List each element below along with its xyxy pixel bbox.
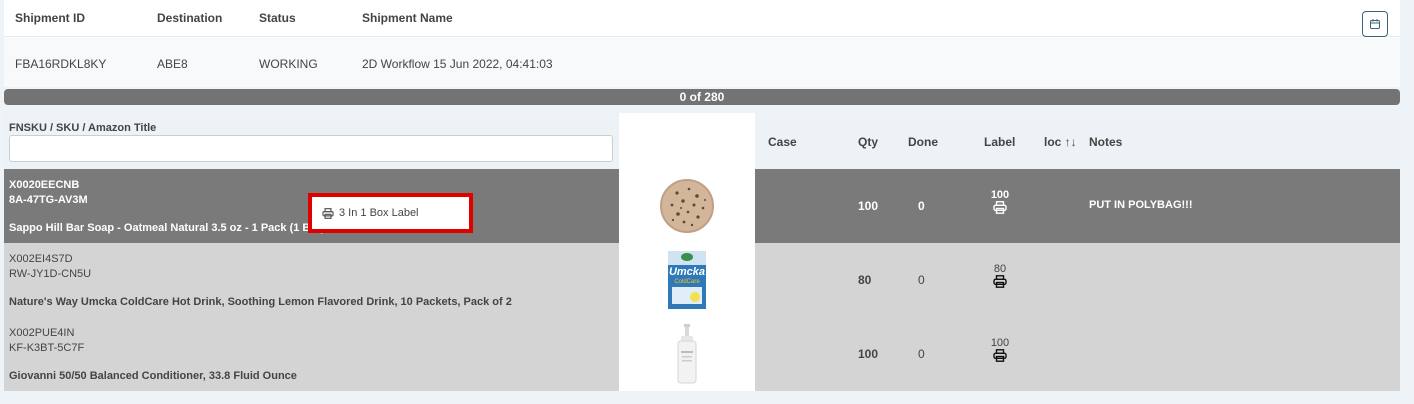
printer-icon[interactable]: [993, 275, 1007, 288]
item-label-cell[interactable]: 80: [990, 263, 1010, 291]
label-header[interactable]: Label: [984, 135, 1015, 149]
shipment-header-row: Shipment ID Destination Status Shipment …: [4, 0, 1400, 37]
item-sku: 8A-47TG-AV3M: [9, 194, 88, 206]
item-label-count: 100: [990, 337, 1010, 349]
printer-icon[interactable]: [993, 201, 1007, 214]
item-title: Giovanni 50/50 Balanced Conditioner, 33.…: [9, 370, 297, 382]
item-notes: PUT IN POLYBAG!!!: [1089, 199, 1193, 211]
item-title: Nature's Way Umcka ColdCare Hot Drink, S…: [9, 296, 512, 308]
case-header[interactable]: Case: [768, 135, 797, 149]
item-done: 0: [918, 199, 925, 213]
shipment-status: WORKING: [259, 57, 318, 71]
shipment-row[interactable]: FBA16RDKL8KY ABE8 WORKING 2D Workflow 15…: [4, 38, 1400, 87]
box-label-tooltip-text: 3 In 1 Box Label: [339, 207, 419, 219]
progress-bar: 0 of 280: [4, 89, 1400, 105]
item-label-cell[interactable]: 100: [990, 189, 1010, 217]
item-image-cell: [619, 169, 755, 243]
umcka-box-subtext: ColdCare: [674, 279, 700, 285]
image-column-header: [619, 113, 755, 169]
loc-sort-header[interactable]: loc ↑↓: [1044, 135, 1077, 149]
shipment-id-header: Shipment ID: [15, 11, 86, 25]
item-ids: X0020EECNB 8A-47TG-AV3M: [9, 178, 88, 208]
item-ids: X002PUE4IN KF-K3BT-5C7F: [9, 326, 84, 356]
qty-header[interactable]: Qty: [858, 135, 878, 149]
soap-bar-image: [660, 179, 714, 233]
filter-input[interactable]: [9, 135, 613, 162]
item-ids: X002EI4S7D RW-JY1D-CN5U: [9, 252, 91, 282]
progress-text: 0 of 280: [679, 90, 725, 104]
item-fnsku: X002PUE4IN: [9, 327, 75, 339]
item-done: 0: [918, 347, 925, 361]
shipment-name-header: Shipment Name: [362, 11, 453, 25]
items-header: FNSKU / SKU / Amazon Title Case Qty Done…: [4, 113, 1400, 169]
calendar-button[interactable]: [1362, 11, 1388, 37]
item-label-cell[interactable]: 100: [990, 337, 1010, 365]
item-done: 0: [918, 273, 925, 287]
pump-bottle-image: [677, 324, 697, 384]
item-sku: RW-JY1D-CN5U: [9, 268, 92, 280]
item-image-cell: [619, 317, 755, 391]
item-qty: 80: [858, 273, 872, 287]
item-row[interactable]: X0020EECNB 8A-47TG-AV3M Sappo Hill Bar S…: [4, 169, 1400, 243]
item-qty: 100: [858, 199, 879, 213]
items-table: FNSKU / SKU / Amazon Title Case Qty Done…: [4, 113, 1400, 391]
shipment-id: FBA16RDKL8KY: [15, 57, 107, 71]
status-header: Status: [259, 11, 296, 25]
filter-label: FNSKU / SKU / Amazon Title: [9, 122, 157, 134]
shipment-table: Shipment ID Destination Status Shipment …: [4, 0, 1400, 87]
notes-header[interactable]: Notes: [1089, 135, 1122, 149]
destination-header: Destination: [157, 11, 223, 25]
item-fnsku: X0020EECNB: [9, 179, 80, 191]
item-row[interactable]: X002PUE4IN KF-K3BT-5C7F Giovanni 50/50 B…: [4, 317, 1400, 391]
shipment-destination: ABE8: [157, 57, 188, 71]
shipment-name: 2D Workflow 15 Jun 2022, 04:41:03: [362, 57, 553, 71]
item-label-count: 80: [993, 263, 1007, 275]
item-row[interactable]: X002EI4S7D RW-JY1D-CN5U Nature's Way Umc…: [4, 243, 1400, 317]
item-sku: KF-K3BT-5C7F: [9, 342, 85, 354]
item-image-cell: Umcka ColdCare: [619, 243, 755, 317]
item-fnsku: X002EI4S7D: [9, 253, 73, 265]
printer-icon: [322, 207, 334, 219]
printer-icon[interactable]: [993, 349, 1007, 362]
item-title: Sappo Hill Bar Soap - Oatmeal Natural 3.…: [9, 222, 325, 234]
item-label-count: 100: [990, 189, 1010, 201]
done-header[interactable]: Done: [908, 135, 938, 149]
umcka-box-text: Umcka: [669, 266, 705, 278]
item-qty: 100: [858, 347, 879, 361]
umcka-box-image: Umcka ColdCare: [668, 251, 706, 309]
box-label-tooltip[interactable]: 3 In 1 Box Label: [308, 193, 473, 233]
calendar-icon: [1370, 19, 1380, 29]
